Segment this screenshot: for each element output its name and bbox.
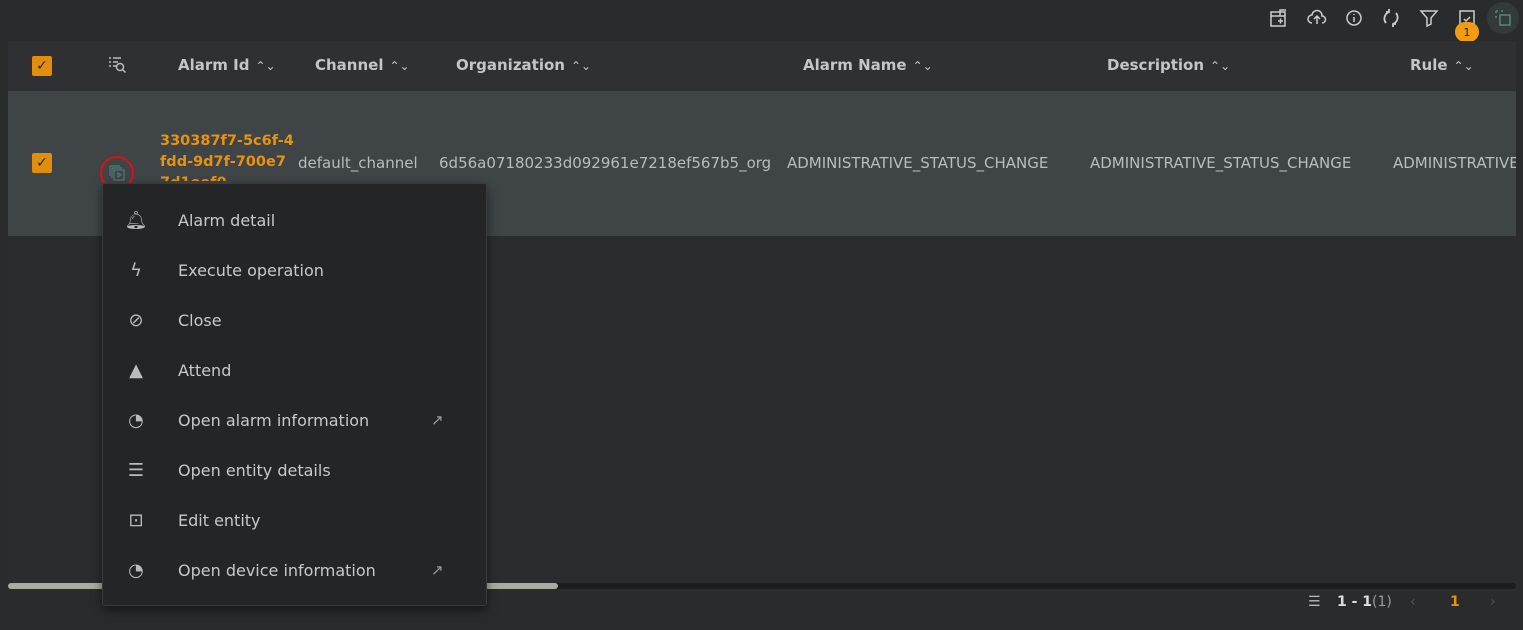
info-icon[interactable] <box>1342 6 1366 30</box>
menu-item-label: Open alarm information <box>178 410 370 430</box>
current-page[interactable]: 1 <box>1450 594 1460 610</box>
bell-icon: 🔔︎ <box>124 209 148 231</box>
menu-item-open-alarm-information[interactable]: ◔ Open alarm information ↗ <box>103 395 486 445</box>
menu-item-alarm-detail[interactable]: 🔔︎ Alarm detail <box>103 195 486 245</box>
column-channel[interactable]: Channel ⌃⌄ <box>315 56 410 74</box>
cell-description: ADMINISTRATIVE_STATUS_CHANGE <box>1090 154 1352 172</box>
cell-channel: default_channel <box>298 154 418 172</box>
export-icon[interactable] <box>1267 6 1291 30</box>
menu-item-label: Close <box>178 310 222 330</box>
next-page-button[interactable]: › <box>1490 594 1496 610</box>
gauge-icon: ◔ <box>128 559 144 581</box>
column-organization[interactable]: Organization ⌃⌄ <box>456 56 591 74</box>
edit-entity-icon: ⊡ <box>128 509 144 531</box>
actions-icon <box>109 165 125 181</box>
toolbar: 1 <box>0 0 1523 42</box>
column-description[interactable]: Description ⌃⌄ <box>1107 56 1230 74</box>
page-size-icon[interactable]: ☰ <box>1308 594 1321 610</box>
bolt-icon: ϟ <box>130 259 142 281</box>
external-link-icon: ↗ <box>431 561 444 579</box>
alarm-id-link[interactable]: 330387f7-5c6f-4fdd-9d7f-700e77d1eef0 <box>160 131 295 181</box>
menu-item-label: Attend <box>178 360 232 380</box>
table-header: ✓ Alarm Id ⌃⌄ Channel ⌃⌄ Organization ⌃⌄ Al… <box>8 41 1516 91</box>
select-all-checkbox[interactable]: ✓ <box>32 56 52 76</box>
page-range: 1 - 1(1) <box>1337 594 1392 610</box>
external-link-icon: ↗ <box>431 411 444 429</box>
bell-off-icon: ⊘ <box>128 309 144 331</box>
list-icon: ☰ <box>127 459 145 481</box>
menu-item-label: Execute operation <box>178 260 324 280</box>
upload-icon[interactable] <box>1305 6 1329 30</box>
menu-item-label: Open entity details <box>178 460 331 480</box>
cell-rule: ADMINISTRATIVE_STATUS_CHANGE <box>1393 154 1516 172</box>
filter-icon[interactable] <box>1417 6 1441 30</box>
menu-item-label: Open device information <box>178 560 376 580</box>
selection-count-badge: 1 <box>1455 22 1479 42</box>
menu-item-label: Edit entity <box>178 510 261 530</box>
gauge-icon: ◔ <box>128 409 144 431</box>
refresh-icon[interactable] <box>1379 6 1403 30</box>
row-actions-menu: 🔔︎ Alarm detail ϟ Execute operation ⊘ Close ▲ A… <box>102 183 487 606</box>
column-rule[interactable]: Rule ⌃⌄ <box>1410 56 1474 74</box>
row-checkbox[interactable]: ✓ <box>32 153 52 173</box>
menu-item-label: Alarm detail <box>178 210 276 230</box>
menu-item-attend[interactable]: ▲ Attend <box>103 345 486 395</box>
warning-icon: ▲ <box>129 359 143 381</box>
menu-item-close[interactable]: ⊘ Close <box>103 295 486 345</box>
menu-item-open-entity-details[interactable]: ☰ Open entity details <box>103 445 486 495</box>
cell-alarm-name: ADMINISTRATIVE_STATUS_CHANGE <box>787 154 1049 172</box>
prev-page-button[interactable]: ‹ <box>1410 594 1416 610</box>
column-alarm-name[interactable]: Alarm Name ⌃⌄ <box>803 56 933 74</box>
cell-organization: 6d56a07180233d092961e7218ef567b5_org <box>439 154 772 172</box>
menu-item-open-device-information[interactable]: ◔ Open device information ↗ <box>103 545 486 595</box>
multi-select-icon[interactable] <box>1487 2 1519 34</box>
menu-item-execute-operation[interactable]: ϟ Execute operation <box>103 245 486 295</box>
menu-item-edit-entity[interactable]: ⊡ Edit entity <box>103 495 486 545</box>
column-search-icon[interactable] <box>108 55 128 79</box>
column-alarm-id[interactable]: Alarm Id ⌃⌄ <box>178 56 276 74</box>
